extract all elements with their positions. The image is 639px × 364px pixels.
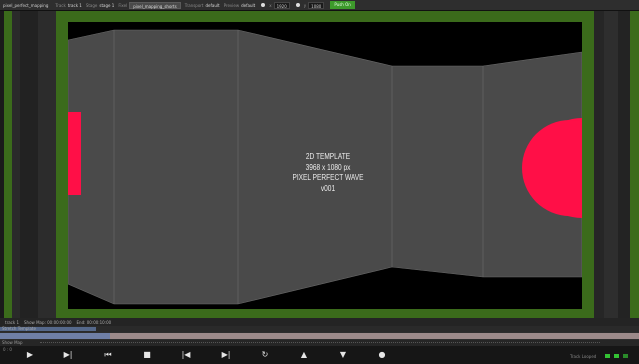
panel-divider	[20, 11, 38, 318]
rewind-icon[interactable]: ⏮	[102, 350, 114, 360]
x-input[interactable]: 1920	[273, 1, 290, 9]
timeline-clip[interactable]	[0, 333, 110, 339]
push-on-button[interactable]: Push On	[330, 1, 355, 9]
template-size: 3968 x 1080 px	[305, 162, 351, 172]
left-side-panel	[0, 11, 56, 318]
template-label: 2D TEMPLATE 3968 x 1080 px PIXEL PERFECT…	[275, 152, 382, 194]
track-label: Stretch Template	[2, 326, 36, 331]
timeline-start-time: Show Map: 00:00:00:00	[24, 319, 72, 325]
stage-viewport[interactable]: 2D TEMPLATE 3968 x 1080 px PIXEL PERFECT…	[68, 22, 582, 309]
stage-field-value[interactable]: stage 1	[99, 3, 114, 8]
panel-divider	[618, 11, 630, 318]
y-label: y	[303, 2, 307, 8]
left-green-strip	[4, 11, 12, 318]
loop-icon[interactable]: ↻	[259, 350, 271, 360]
transport-field-label: Transport	[184, 2, 204, 8]
viewport-frame: 2D TEMPLATE 3968 x 1080 px PIXEL PERFECT…	[56, 11, 594, 318]
up-icon[interactable]: ▲	[298, 350, 310, 360]
left-red-marker	[68, 112, 81, 195]
template-name: PIXEL PERFECT WAVE	[292, 173, 364, 182]
panel-divider	[12, 11, 20, 318]
panel-divider	[38, 11, 56, 318]
timeline-panel: track 1 Show Map: 00:00:00:00 End: 00:00…	[0, 318, 639, 364]
y-input[interactable]: 1080	[308, 1, 325, 9]
timeline-track-media[interactable]	[0, 332, 639, 340]
status-led-icon	[623, 354, 628, 358]
fixel-select[interactable]: pixel_mapping_shorts	[129, 1, 181, 9]
file-name[interactable]: pixel_perfect_mapping	[3, 3, 48, 8]
track-field-label: Track	[55, 2, 66, 8]
status-led-icon	[614, 354, 619, 358]
fixel-field-label: Fixel	[118, 2, 128, 8]
panel-divider	[604, 11, 618, 318]
x-label: x	[269, 2, 272, 8]
transport-field-value[interactable]: default	[205, 3, 219, 8]
preview-field-label: Preview	[223, 2, 240, 8]
y-radio-icon[interactable]	[295, 3, 300, 7]
track-label: Show Map	[2, 340, 23, 345]
zoom-hint: 0 : 0	[3, 347, 12, 352]
template-title: 2D TEMPLATE	[305, 152, 351, 161]
stage-field-label: Stage	[85, 2, 98, 8]
transport-bar: 0 : 0 ▶ ▶| ⏮ ■ |◀ ▶| ↻ ▲ ▼ ● Track Loope…	[0, 346, 639, 364]
play-icon[interactable]: ▶	[24, 350, 36, 360]
right-side-panel	[594, 11, 639, 318]
status-led-icon	[605, 354, 610, 358]
timeline-header: track 1 Show Map: 00:00:00:00 End: 00:00…	[0, 318, 639, 326]
marker-icon[interactable]: ●	[376, 350, 388, 360]
next-frame-icon[interactable]: ▶|	[62, 350, 74, 360]
x-radio-icon[interactable]	[261, 3, 266, 7]
step-forward-icon[interactable]: ▶|	[220, 350, 232, 360]
preview-field-value[interactable]: default	[241, 3, 255, 8]
timeline-clip[interactable]	[110, 333, 639, 339]
template-version: v001	[320, 183, 336, 193]
track-field-value[interactable]: track 1	[68, 3, 82, 8]
top-toolbar: pixel_perfect_mapping Track track 1 Stag…	[0, 0, 639, 11]
timeline-track-name[interactable]: track 1	[5, 320, 19, 325]
status-text: Track Looped	[570, 354, 597, 359]
stop-icon[interactable]: ■	[141, 350, 153, 360]
step-back-icon[interactable]: |◀	[180, 350, 192, 360]
panel-divider	[594, 11, 604, 318]
down-icon[interactable]: ▼	[337, 350, 349, 360]
timeline-ruler	[40, 342, 600, 344]
right-green-strip	[630, 11, 639, 318]
timeline-end-time: End: 00:00:10:00	[76, 319, 112, 325]
